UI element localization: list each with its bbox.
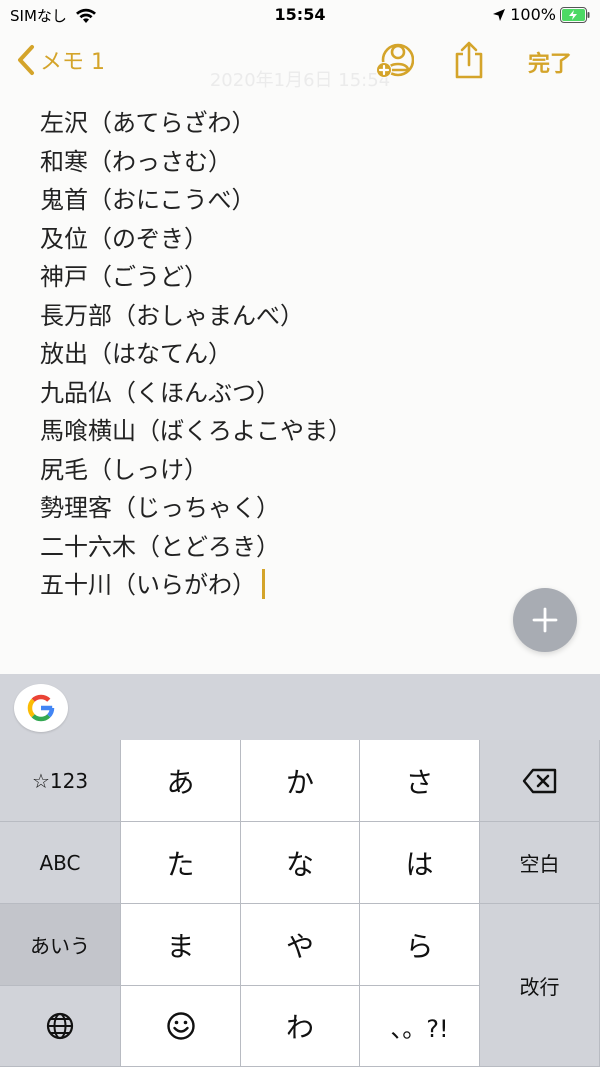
note-line-text: 及位（のぞき）: [40, 224, 208, 253]
keyboard-toolbar: [0, 674, 600, 740]
status-bar: SIMなし 15:54 100%: [0, 0, 600, 30]
kana-key[interactable]: あいう: [0, 904, 121, 986]
nav-bar: 2020年1月6日 15:54 メモ 1 完了: [0, 38, 600, 91]
google-button[interactable]: [14, 684, 68, 732]
note-line: 馬喰横山（ばくろよこやま）: [40, 412, 580, 451]
abc-key[interactable]: ABC: [0, 822, 121, 904]
battery-percent: 100%: [510, 5, 556, 24]
note-line-text: 五十川（いらがわ）: [40, 571, 256, 599]
key-a[interactable]: あ: [121, 740, 241, 822]
note-line: 左沢（あてらざわ）: [40, 104, 580, 143]
note-line: 二十六木（とどろき）: [40, 528, 580, 567]
note-line-text: 九品仏（くほんぶつ）: [40, 378, 280, 407]
keyboard: ☆123 ABC あいう あ か さ た な は ま や ら わ 、。?! 空白…: [0, 740, 600, 1067]
note-line-text: 神戸（ごうど）: [40, 263, 208, 291]
add-person-icon[interactable]: [374, 40, 414, 80]
key-punctuation[interactable]: 、。?!: [360, 986, 480, 1067]
key-ta[interactable]: た: [121, 822, 241, 904]
note-line-text: 左沢（あてらざわ）: [40, 109, 256, 137]
google-g-icon: [27, 694, 55, 722]
note-line-text: 和寒（わっさむ）: [40, 147, 232, 176]
globe-key[interactable]: [0, 986, 121, 1067]
note-line-text: 放出（はなてん）: [40, 340, 232, 368]
key-ma[interactable]: ま: [121, 904, 241, 986]
location-arrow-icon: [493, 8, 506, 21]
backspace-icon: [522, 768, 556, 793]
done-button[interactable]: 完了: [528, 46, 572, 78]
key-ya[interactable]: や: [241, 904, 360, 986]
emoji-key[interactable]: [121, 986, 241, 1067]
key-na[interactable]: な: [241, 822, 360, 904]
key-wa[interactable]: わ: [241, 986, 360, 1067]
note-line-text: 勢理客（じっちゃく）: [40, 494, 280, 522]
plus-icon: [532, 607, 558, 633]
key-ra[interactable]: ら: [360, 904, 480, 986]
add-button[interactable]: [513, 588, 577, 652]
note-line: 鬼首（おにこうべ）: [40, 181, 580, 220]
note-line: 九品仏（くほんぶつ）: [40, 374, 580, 413]
text-cursor: [262, 569, 265, 599]
note-body[interactable]: 左沢（あてらざわ） 和寒（わっさむ） 鬼首（おにこうべ） 及位（のぞき） 神戸（ごうど）…: [40, 104, 580, 605]
note-line-text: 鬼首（おにこうべ）: [40, 186, 256, 214]
note-line: 和寒（わっさむ）: [40, 143, 580, 182]
key-ka[interactable]: か: [241, 740, 360, 822]
key-ha[interactable]: は: [360, 822, 480, 904]
note-line-text: 二十六木（とどろき）: [40, 532, 280, 561]
note-line: 長万部（おしゃまんべ）: [40, 297, 580, 336]
delete-key[interactable]: [480, 740, 600, 822]
note-line: 神戸（ごうど）: [40, 258, 580, 297]
back-label: メモ 1: [40, 50, 105, 75]
back-button[interactable]: メモ 1: [16, 44, 105, 76]
note-line-text: 長万部（おしゃまんべ）: [40, 301, 304, 330]
note-line-text: 馬喰横山（ばくろよこやま）: [40, 417, 352, 445]
status-right: 100%: [492, 5, 590, 24]
note-line: 及位（のぞき）: [40, 220, 580, 259]
note-line: 勢理客（じっちゃく）: [40, 489, 580, 528]
notes-app: SIMなし 15:54 100% 2020年1月6日 15:54 メモ 1 完了…: [0, 0, 600, 1067]
space-key[interactable]: 空白: [480, 822, 600, 904]
chevron-left-icon: [18, 45, 34, 75]
share-icon[interactable]: [452, 40, 486, 80]
note-line-text: 尻毛（しっけ）: [40, 455, 208, 484]
smiley-icon: [166, 1012, 195, 1040]
key-sa[interactable]: さ: [360, 740, 480, 822]
numbers-key[interactable]: ☆123: [0, 740, 121, 822]
note-line: 五十川（いらがわ）: [40, 566, 580, 605]
battery-charging-icon: [560, 6, 590, 23]
return-key[interactable]: 改行: [480, 904, 600, 1067]
globe-icon: [46, 1012, 74, 1040]
note-line: 尻毛（しっけ）: [40, 451, 580, 490]
note-line: 放出（はなてん）: [40, 335, 580, 374]
